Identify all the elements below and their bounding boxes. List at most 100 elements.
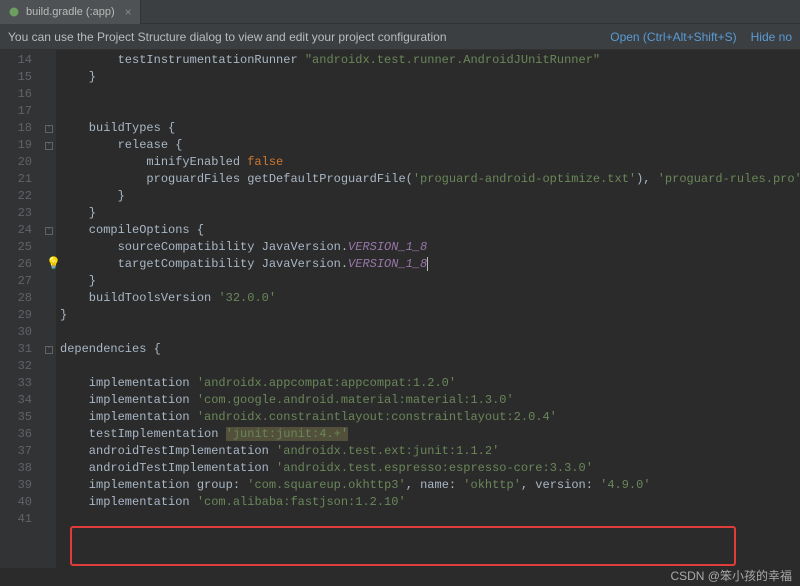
watermark-text: CSDN @笨小孩的幸福 (670, 567, 792, 584)
fold-cell (42, 494, 56, 511)
line-number: 30 (0, 324, 32, 341)
fold-cell (42, 52, 56, 69)
fold-cell (42, 409, 56, 426)
fold-cell (42, 460, 56, 477)
code-line[interactable]: compileOptions { (60, 222, 800, 239)
fold-cell (42, 324, 56, 341)
code-line[interactable]: implementation 'androidx.appcompat:appco… (60, 375, 800, 392)
line-gutter: 1415161718192021222324252627282930313233… (0, 50, 42, 568)
notification-actions: Open (Ctrl+Alt+Shift+S) Hide no (610, 30, 792, 44)
line-number: 32 (0, 358, 32, 375)
line-number: 29 (0, 307, 32, 324)
tab-label: build.gradle (:app) (26, 6, 115, 18)
code-line[interactable] (60, 86, 800, 103)
fold-cell (42, 375, 56, 392)
fold-cell (42, 358, 56, 375)
file-tab[interactable]: build.gradle (:app) × (0, 0, 141, 24)
fold-toggle-icon[interactable]: - (45, 346, 53, 354)
line-number: 41 (0, 511, 32, 528)
code-line[interactable]: proguardFiles getDefaultProguardFile('pr… (60, 171, 800, 188)
hide-notification-link[interactable]: Hide no (751, 30, 792, 44)
code-line[interactable] (60, 324, 800, 341)
code-line[interactable]: targetCompatibility JavaVersion.VERSION_… (60, 256, 800, 273)
fold-cell (42, 426, 56, 443)
line-number: 35 (0, 409, 32, 426)
fold-cell (42, 477, 56, 494)
fold-toggle-icon[interactable]: - (45, 142, 53, 150)
line-number: 18 (0, 120, 32, 137)
line-number: 36 (0, 426, 32, 443)
intention-bulb-icon[interactable]: 💡 (46, 256, 61, 271)
code-line[interactable] (60, 103, 800, 120)
line-number: 25 (0, 239, 32, 256)
code-line[interactable]: } (60, 188, 800, 205)
line-number: 40 (0, 494, 32, 511)
fold-cell (42, 205, 56, 222)
line-number: 14 (0, 52, 32, 69)
code-line[interactable]: testImplementation 'junit:junit:4.+' (60, 426, 800, 443)
line-number: 17 (0, 103, 32, 120)
code-line[interactable]: release { (60, 137, 800, 154)
code-line[interactable]: } (60, 69, 800, 86)
fold-cell (42, 239, 56, 256)
line-number: 37 (0, 443, 32, 460)
fold-toggle-icon[interactable]: - (45, 227, 53, 235)
line-number: 38 (0, 460, 32, 477)
line-number: 21 (0, 171, 32, 188)
line-number: 39 (0, 477, 32, 494)
line-number: 16 (0, 86, 32, 103)
line-number: 20 (0, 154, 32, 171)
code-line[interactable]: implementation 'androidx.constraintlayou… (60, 409, 800, 426)
code-area[interactable]: testInstrumentationRunner "androidx.test… (56, 50, 800, 568)
fold-cell: - (42, 120, 56, 137)
fold-cell (42, 69, 56, 86)
line-number: 34 (0, 392, 32, 409)
code-line[interactable]: } (60, 205, 800, 222)
code-line[interactable]: minifyEnabled false (60, 154, 800, 171)
fold-cell (42, 392, 56, 409)
code-editor[interactable]: 1415161718192021222324252627282930313233… (0, 50, 800, 568)
tab-bar: build.gradle (:app) × (0, 0, 800, 24)
fold-column: - - - - (42, 50, 56, 568)
code-line[interactable] (60, 511, 800, 528)
line-number: 26 (0, 256, 32, 273)
line-number: 28 (0, 290, 32, 307)
fold-cell (42, 290, 56, 307)
code-line[interactable]: androidTestImplementation 'androidx.test… (60, 460, 800, 477)
fold-cell (42, 86, 56, 103)
code-line[interactable]: implementation 'com.google.android.mater… (60, 392, 800, 409)
code-line[interactable]: implementation 'com.alibaba:fastjson:1.2… (60, 494, 800, 511)
fold-cell (42, 443, 56, 460)
line-number: 15 (0, 69, 32, 86)
notification-bar: You can use the Project Structure dialog… (0, 24, 800, 50)
line-number: 19 (0, 137, 32, 154)
code-line[interactable]: implementation group: 'com.squareup.okht… (60, 477, 800, 494)
code-line[interactable]: testInstrumentationRunner "androidx.test… (60, 52, 800, 69)
line-number: 24 (0, 222, 32, 239)
fold-cell (42, 273, 56, 290)
code-line[interactable] (60, 358, 800, 375)
open-structure-link[interactable]: Open (Ctrl+Alt+Shift+S) (610, 30, 736, 44)
line-number: 22 (0, 188, 32, 205)
fold-cell (42, 307, 56, 324)
gradle-icon (8, 6, 20, 18)
fold-cell (42, 103, 56, 120)
code-line[interactable]: buildTypes { (60, 120, 800, 137)
line-number: 27 (0, 273, 32, 290)
fold-cell (42, 171, 56, 188)
code-line[interactable]: buildToolsVersion '32.0.0' (60, 290, 800, 307)
code-line[interactable]: androidTestImplementation 'androidx.test… (60, 443, 800, 460)
fold-cell (42, 154, 56, 171)
line-number: 23 (0, 205, 32, 222)
code-line[interactable]: sourceCompatibility JavaVersion.VERSION_… (60, 239, 800, 256)
fold-cell (42, 511, 56, 528)
close-icon[interactable]: × (125, 5, 132, 19)
code-line[interactable]: dependencies { (60, 341, 800, 358)
fold-toggle-icon[interactable]: - (45, 125, 53, 133)
code-line[interactable]: } (60, 307, 800, 324)
fold-cell: - (42, 222, 56, 239)
code-line[interactable]: } (60, 273, 800, 290)
line-number: 33 (0, 375, 32, 392)
line-number: 31 (0, 341, 32, 358)
fold-cell: - (42, 341, 56, 358)
